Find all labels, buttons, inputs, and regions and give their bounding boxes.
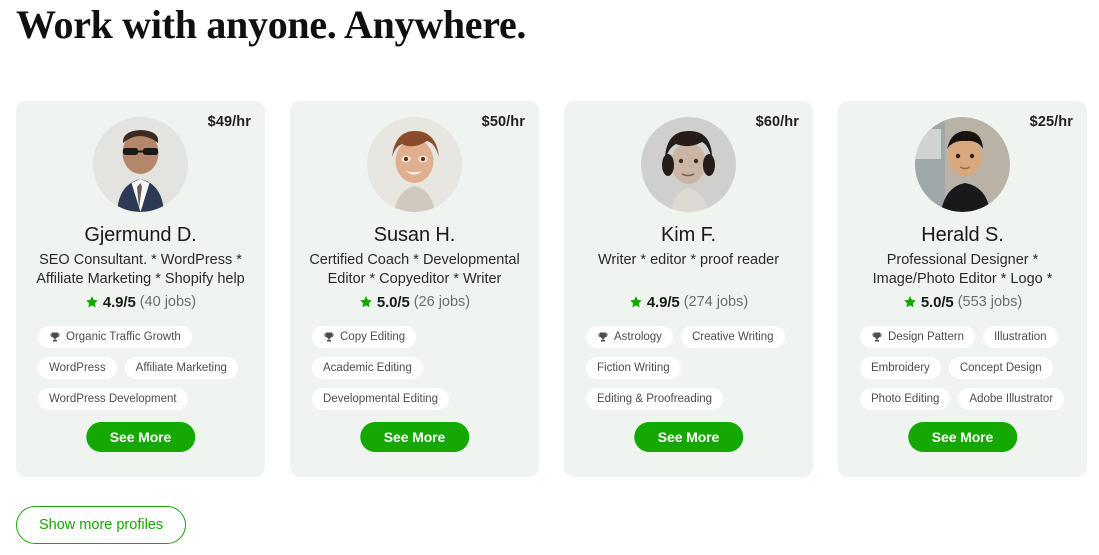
- jobs-count: (553 jobs): [957, 294, 1023, 310]
- skill-tags: Design Pattern Illustration Embroidery C…: [850, 326, 1075, 410]
- rating-score: 5.0/5: [920, 293, 954, 311]
- skill-tags: Copy Editing Academic Editing Developmen…: [302, 326, 527, 410]
- rating-score: 4.9/5: [102, 293, 136, 311]
- avatar: [641, 117, 736, 212]
- page-title: Work with anyone. Anywhere.: [16, 2, 527, 47]
- skill-tag[interactable]: Embroidery: [860, 357, 941, 379]
- rating-row: 5.0/5 (553 jobs): [903, 292, 1022, 312]
- profile-card[interactable]: $49/hr Gjermund D. SEO Consultant. * Wor…: [16, 101, 265, 477]
- tag-row: Photo Editing Adobe Illustrator: [860, 388, 1065, 410]
- hourly-rate: $50/hr: [481, 114, 525, 130]
- rating-row: 4.9/5 (274 jobs): [629, 292, 748, 312]
- star-icon: [903, 295, 917, 309]
- skill-tag-label: Design Pattern: [888, 331, 965, 343]
- profile-card[interactable]: $25/hr Herald S. Professional Designer *…: [838, 101, 1087, 477]
- rating-score: 4.9/5: [646, 293, 680, 311]
- tag-row: Design Pattern Illustration: [860, 326, 1058, 348]
- tag-row: Astrology Creative Writing: [586, 326, 785, 348]
- skill-tag[interactable]: Adobe Illustrator: [958, 388, 1065, 410]
- tag-row: Editing & Proofreading: [586, 388, 724, 410]
- skill-tag[interactable]: WordPress: [38, 357, 117, 379]
- profile-description: Certified Coach * Developmental Editor *…: [309, 252, 520, 287]
- avatar: [367, 117, 462, 212]
- profile-card[interactable]: $60/hr Kim F. Writer * editor * proof re…: [564, 101, 813, 477]
- profile-description: SEO Consultant. * WordPress * Affiliate …: [36, 252, 245, 287]
- tag-row: Academic Editing: [312, 357, 423, 379]
- tag-row: Embroidery Concept Design: [860, 357, 1053, 379]
- skill-tag[interactable]: Photo Editing: [860, 388, 951, 410]
- trophy-icon: [49, 331, 61, 343]
- star-icon: [359, 295, 373, 309]
- star-icon: [85, 295, 99, 309]
- profile-name: Gjermund D.: [84, 224, 197, 246]
- profile-name: Susan H.: [373, 224, 456, 246]
- skill-tag-label: Organic Traffic Growth: [66, 331, 181, 343]
- star-icon: [629, 295, 643, 309]
- tag-row: Organic Traffic Growth: [38, 326, 192, 348]
- hourly-rate: $25/hr: [1029, 114, 1073, 130]
- profile-name: Kim F.: [661, 224, 716, 246]
- skill-tag-top[interactable]: Astrology: [586, 326, 673, 348]
- trophy-icon: [597, 331, 609, 343]
- rating-row: 5.0/5 (26 jobs): [359, 292, 470, 312]
- trophy-icon: [323, 331, 335, 343]
- skill-tag[interactable]: Affiliate Marketing: [124, 357, 238, 379]
- rating-row: 4.9/5 (40 jobs): [85, 292, 196, 312]
- profile-name: Herald S.: [921, 224, 1004, 246]
- tag-row: Copy Editing: [312, 326, 417, 348]
- see-more-button[interactable]: See More: [907, 422, 1018, 452]
- tag-row: WordPress Development: [38, 388, 188, 410]
- tag-row: WordPress Affiliate Marketing: [38, 357, 238, 379]
- show-more-profiles-button[interactable]: Show more profiles: [16, 506, 187, 544]
- avatar: [93, 117, 188, 212]
- skill-tag[interactable]: Academic Editing: [312, 357, 423, 379]
- jobs-count: (274 jobs): [683, 294, 749, 310]
- rating-score: 5.0/5: [376, 293, 410, 311]
- skill-tag-top[interactable]: Organic Traffic Growth: [38, 326, 192, 348]
- profile-card[interactable]: $50/hr Susan H. Certified Coach * Develo…: [290, 101, 539, 477]
- hourly-rate: $49/hr: [207, 114, 251, 130]
- profile-cards-row: $49/hr Gjermund D. SEO Consultant. * Wor…: [16, 101, 1087, 477]
- skill-tags: Organic Traffic Growth WordPress Affilia…: [28, 326, 253, 410]
- see-more-button[interactable]: See More: [633, 422, 744, 452]
- skill-tag[interactable]: Concept Design: [948, 357, 1053, 379]
- skill-tag[interactable]: Editing & Proofreading: [586, 388, 724, 410]
- see-more-button[interactable]: See More: [85, 422, 196, 452]
- trophy-icon: [871, 331, 883, 343]
- skill-tag[interactable]: Creative Writing: [680, 326, 785, 348]
- jobs-count: (26 jobs): [413, 294, 471, 310]
- tag-row: Fiction Writing: [586, 357, 681, 379]
- jobs-count: (40 jobs): [139, 294, 197, 310]
- profile-description: Professional Designer * Image/Photo Edit…: [872, 252, 1053, 287]
- see-more-button[interactable]: See More: [359, 422, 470, 452]
- skill-tag[interactable]: Fiction Writing: [586, 357, 681, 379]
- tag-row: Developmental Editing: [312, 388, 450, 410]
- skill-tag-label: Copy Editing: [340, 331, 406, 343]
- skill-tag[interactable]: WordPress Development: [38, 388, 188, 410]
- skill-tags: Astrology Creative Writing Fiction Writi…: [576, 326, 801, 410]
- skill-tag-label: Astrology: [614, 331, 662, 343]
- profile-description: Writer * editor * proof reader: [597, 252, 780, 268]
- skill-tag-top[interactable]: Copy Editing: [312, 326, 417, 348]
- skill-tag-top[interactable]: Design Pattern: [860, 326, 976, 348]
- skill-tag[interactable]: Illustration: [983, 326, 1058, 348]
- hourly-rate: $60/hr: [755, 114, 799, 130]
- avatar: [915, 117, 1010, 212]
- skill-tag[interactable]: Developmental Editing: [312, 388, 450, 410]
- freelancer-profiles-page: Work with anyone. Anywhere. $49/hr Gjerm…: [0, 0, 1099, 555]
